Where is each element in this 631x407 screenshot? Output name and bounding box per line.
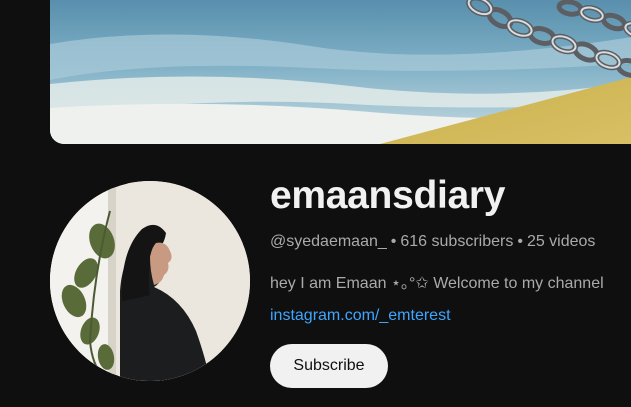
subscribe-button[interactable]: Subscribe [270,344,388,388]
channel-external-link[interactable]: instagram.com/_emterest [270,307,451,325]
avatar-photo [50,181,250,381]
channel-meta: @syedaemaan_ • 616 subscribers • 25 videos [270,233,595,251]
channel-description[interactable]: hey I am Emaan ⋆｡°✩ Welcome to my channe… [270,269,604,293]
channel-avatar[interactable] [50,181,250,381]
meta-separator: • [390,233,397,250]
meta-separator: • [517,233,523,250]
banner-artwork [50,0,631,144]
channel-name: emaansdiary [270,174,506,217]
channel-page: emaansdiary @syedaemaan_ • 616 subscribers… [0,0,631,407]
subscriber-count: 616 subscribers [400,233,514,250]
channel-handle: @syedaemaan_ [270,233,387,250]
video-count: 25 videos [526,233,596,250]
channel-banner [50,0,631,144]
